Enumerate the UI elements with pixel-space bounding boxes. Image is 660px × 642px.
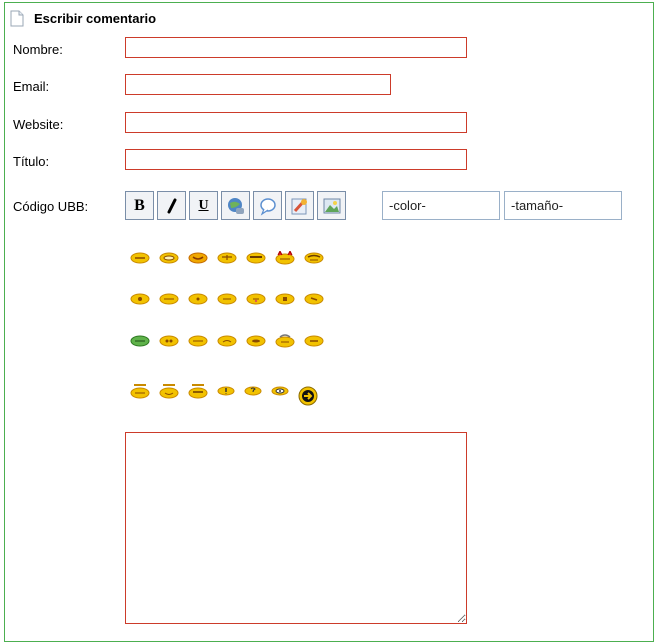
comment-textarea[interactable] bbox=[125, 432, 467, 624]
nombre-label: Nombre: bbox=[13, 42, 63, 57]
smiley-laugh-icon[interactable] bbox=[246, 251, 266, 265]
smiley-eyes-icon[interactable] bbox=[271, 384, 289, 398]
smiley-question-icon[interactable] bbox=[244, 384, 262, 398]
section-title: Escribir comentario bbox=[34, 10, 157, 26]
smiley-grin-icon[interactable] bbox=[130, 251, 150, 265]
smiley-row-3 bbox=[130, 334, 324, 348]
smiley-kiss-icon[interactable] bbox=[304, 292, 324, 306]
smiley-row-1 bbox=[130, 251, 324, 265]
italic-button[interactable] bbox=[157, 191, 186, 220]
smiley-surprised-icon[interactable] bbox=[275, 292, 295, 306]
smiley-sleep-icon[interactable] bbox=[188, 334, 208, 348]
bold-button[interactable]: B bbox=[125, 191, 154, 220]
smiley-cry-icon[interactable] bbox=[246, 334, 266, 348]
section-header: Escribir comentario bbox=[10, 7, 156, 29]
size-select[interactable]: -tamaño- bbox=[504, 191, 622, 220]
smiley-row-4 bbox=[130, 376, 318, 406]
email-field[interactable] bbox=[125, 74, 391, 95]
smiley-tongue-icon[interactable] bbox=[246, 292, 266, 306]
nombre-field[interactable] bbox=[125, 37, 467, 58]
smiley-row-2 bbox=[130, 292, 324, 306]
underline-button[interactable]: U bbox=[189, 191, 218, 220]
smiley-hat-icon[interactable] bbox=[130, 382, 150, 400]
quote-icon bbox=[259, 197, 276, 216]
document-icon bbox=[10, 10, 24, 27]
smiley-wink-icon[interactable] bbox=[217, 251, 237, 265]
smiley-sick-icon[interactable] bbox=[130, 334, 150, 348]
color-select[interactable]: -color- bbox=[382, 191, 500, 220]
bold-icon: B bbox=[134, 196, 145, 214]
smiley-mad-icon[interactable] bbox=[217, 334, 237, 348]
email-label: Email: bbox=[13, 79, 50, 94]
smiley-frown-icon[interactable] bbox=[304, 334, 324, 348]
smiley-shock-icon[interactable] bbox=[275, 334, 295, 348]
website-label: Website: bbox=[13, 117, 64, 132]
image-icon bbox=[323, 198, 340, 213]
smiley-hat2-icon[interactable] bbox=[159, 382, 179, 400]
italic-icon bbox=[167, 198, 176, 213]
smiley-hat3-icon[interactable] bbox=[188, 382, 208, 400]
smiley-neutral-icon[interactable] bbox=[130, 292, 150, 306]
smiley-confused-icon[interactable] bbox=[188, 292, 208, 306]
titulo-label: Título: bbox=[13, 154, 50, 169]
website-field[interactable] bbox=[125, 112, 467, 133]
smiley-blush-icon[interactable] bbox=[217, 292, 237, 306]
smiley-sad-icon[interactable] bbox=[159, 292, 179, 306]
code-button[interactable] bbox=[285, 191, 314, 220]
url-icon bbox=[227, 197, 244, 214]
smiley-exclaim-icon[interactable] bbox=[217, 384, 235, 398]
ubb-label: Código UBB: bbox=[13, 199, 89, 214]
underline-icon: U bbox=[198, 197, 209, 213]
code-icon bbox=[291, 198, 307, 214]
smiley-smile-icon[interactable] bbox=[159, 251, 179, 265]
arrow-right-icon[interactable] bbox=[298, 386, 318, 406]
smiley-cool-icon[interactable] bbox=[304, 251, 324, 265]
titulo-field[interactable] bbox=[125, 149, 467, 170]
url-button[interactable] bbox=[221, 191, 250, 220]
smiley-devil-icon[interactable] bbox=[275, 251, 295, 265]
ubb-toolbar: B U bbox=[125, 191, 346, 220]
quote-button[interactable] bbox=[253, 191, 282, 220]
smiley-happy-icon[interactable] bbox=[188, 251, 208, 265]
image-button[interactable] bbox=[317, 191, 346, 220]
smiley-roll-icon[interactable] bbox=[159, 334, 179, 348]
